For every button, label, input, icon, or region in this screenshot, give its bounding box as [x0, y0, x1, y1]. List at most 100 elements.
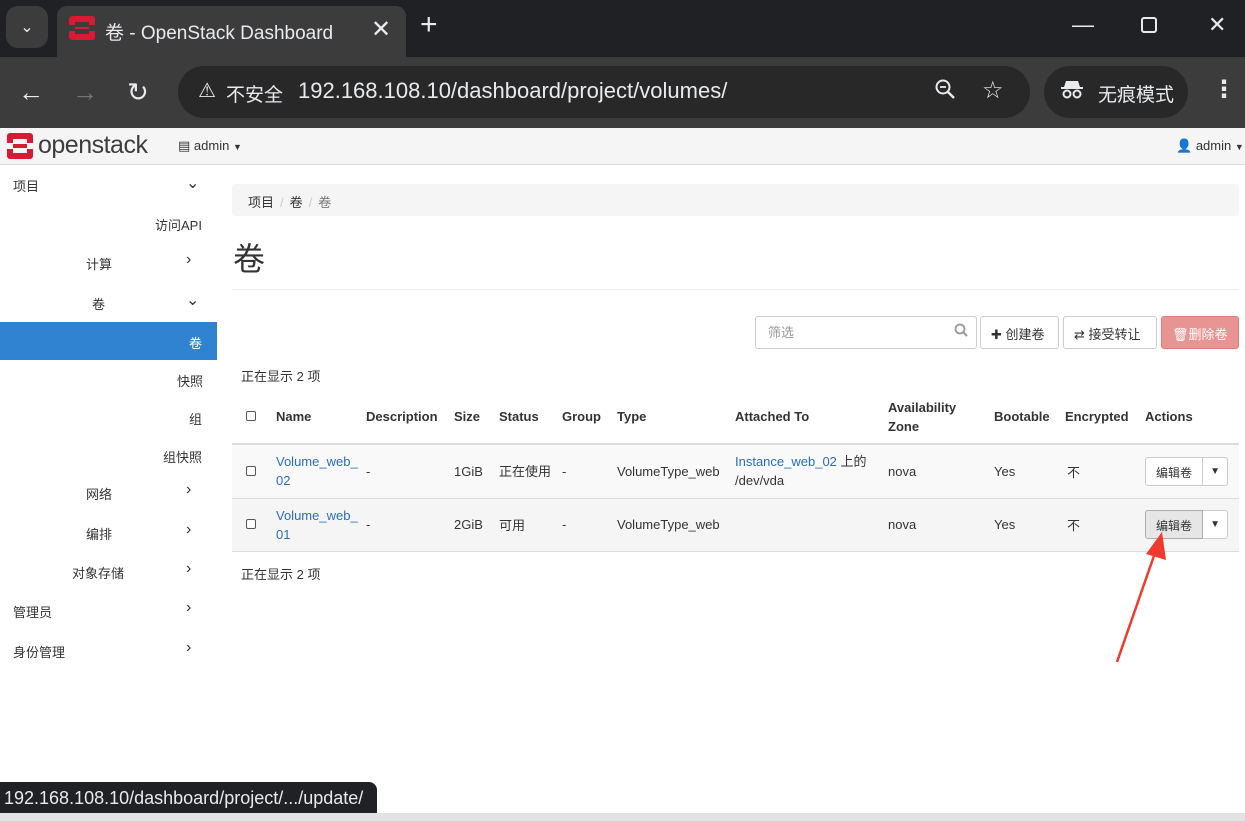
sidebar-item-label: 组 — [189, 412, 203, 427]
column-header-bootable[interactable]: Bootable — [990, 390, 1061, 445]
tab-title: 卷 - OpenStack Dashboard — [105, 23, 334, 44]
edit-volume-button[interactable]: 编辑卷 — [1145, 456, 1204, 486]
actions-dropdown-toggle[interactable]: ▼ — [1203, 510, 1229, 539]
address-bar[interactable]: ⚠ 不安全 192.168.108.10/dashboard/project/v… — [178, 66, 1030, 118]
select-all-checkbox[interactable] — [246, 411, 256, 421]
cell-bootable: Yes — [990, 444, 1061, 499]
warning-triangle-icon: ⚠ — [198, 80, 216, 102]
chevron-down-icon: ⌄ — [186, 175, 200, 192]
user-name: admin — [1195, 138, 1232, 153]
sidebar-item-label: 计算 — [86, 257, 113, 272]
sidebar-item-snapshots[interactable]: 快照 — [0, 360, 217, 398]
volume-name-link[interactable]: Volume_web_02 — [276, 454, 358, 488]
plus-icon: ✚ — [991, 327, 1002, 342]
annotation-arrow-icon — [1115, 532, 1166, 663]
column-header-type[interactable]: Type — [613, 390, 731, 445]
sidebar-item-orchestration[interactable]: 编排 › — [0, 512, 217, 550]
breadcrumb-item[interactable]: 项目 — [248, 195, 274, 210]
user-menu[interactable]: 👤 admin ▼ — [1176, 138, 1244, 154]
column-header-group[interactable]: Group — [558, 390, 613, 445]
sidebar-item-label: 身份管理 — [13, 645, 66, 660]
close-window-icon[interactable]: ✕ — [1208, 12, 1226, 38]
cell-encrypted: 不 — [1061, 444, 1141, 499]
row-actions: 编辑卷 ▼ — [1145, 456, 1229, 486]
sidebar-item-compute[interactable]: 计算 › — [0, 242, 217, 280]
column-header-name[interactable]: Name — [272, 390, 362, 445]
search-icon[interactable] — [954, 323, 968, 340]
sidebar-item-group-snapshots[interactable]: 组快照 — [0, 435, 217, 473]
bookmark-star-icon[interactable]: ☆ — [982, 76, 1004, 105]
sidebar-item-label: 卷 — [92, 297, 106, 312]
chevron-right-icon: › — [186, 599, 192, 616]
browser-tab-bar: ⌄ 卷 - OpenStack Dashboard ✕ + — ✕ — [0, 0, 1245, 57]
volume-name-link[interactable]: Volume_web_01 — [276, 508, 358, 542]
brand-wordmark[interactable]: openstack — [38, 131, 148, 160]
browser-tab-active[interactable]: 卷 - OpenStack Dashboard ✕ — [57, 6, 406, 57]
sidebar-item-label: 访问API — [155, 218, 202, 233]
chevron-right-icon: › — [186, 560, 192, 577]
column-header-size[interactable]: Size — [450, 390, 495, 445]
chevron-right-icon: › — [186, 639, 192, 656]
back-icon[interactable]: ← — [18, 77, 44, 108]
cell-type: VolumeType_web — [613, 498, 731, 552]
chevron-right-icon: › — [186, 251, 192, 268]
project-name: admin — [193, 138, 230, 153]
sidebar-item-volumes[interactable]: 卷 — [0, 322, 217, 360]
close-tab-icon[interactable]: ✕ — [371, 15, 391, 44]
cell-group: - — [558, 444, 613, 499]
accept-transfer-button[interactable]: ⇄ 接受转让 — [1063, 316, 1157, 349]
page-title: 卷 — [233, 241, 266, 277]
attached-instance-link[interactable]: Instance_web_02 — [735, 454, 837, 469]
item-count-top: 正在显示 2 项 — [241, 369, 321, 384]
maximize-icon[interactable] — [1140, 14, 1158, 40]
breadcrumb: 项目 / 卷 / 卷 — [232, 184, 1239, 216]
url-text[interactable]: 192.168.108.10/dashboard/project/volumes… — [298, 78, 727, 104]
sidebar-item-network[interactable]: 网络 › — [0, 472, 217, 510]
table-row: Volume_web_02 - 1GiB 正在使用 - VolumeType_w… — [232, 444, 1239, 499]
user-icon: 👤 — [1176, 138, 1193, 153]
sidebar-item-groups[interactable]: 组 — [0, 397, 217, 435]
delete-volumes-button[interactable]: 🗑删除卷 — [1161, 316, 1239, 349]
cell-type: VolumeType_web — [613, 444, 731, 499]
new-tab-icon[interactable]: + — [420, 8, 438, 42]
actions-dropdown-toggle[interactable]: ▼ — [1203, 456, 1229, 486]
breadcrumb-item[interactable]: 卷 — [290, 195, 303, 210]
sidebar-item-api-access[interactable]: 访问API — [0, 203, 217, 241]
column-header-availability-zone[interactable]: Availability Zone — [884, 390, 990, 445]
column-header-actions: Actions — [1141, 390, 1239, 445]
cell-status: 正在使用 — [495, 444, 558, 499]
row-checkbox[interactable] — [246, 519, 256, 529]
item-count-bottom: 正在显示 2 项 — [241, 567, 321, 582]
table-row: Volume_web_01 - 2GiB 可用 - VolumeType_web… — [232, 498, 1239, 552]
reload-icon[interactable]: ↻ — [127, 77, 149, 108]
column-header-status[interactable]: Status — [495, 390, 558, 445]
breadcrumb-current: 卷 — [318, 195, 332, 210]
column-header-attached-to[interactable]: Attached To — [731, 390, 884, 445]
incognito-chip[interactable]: 无痕模式 — [1044, 66, 1188, 118]
tab-search-button[interactable]: ⌄ — [6, 6, 48, 48]
sidebar-item-identity[interactable]: 身份管理 › — [0, 630, 217, 668]
project-selector[interactable]: ▤ admin ▼ — [178, 138, 242, 154]
sidebar-item-admin[interactable]: 管理员 › — [0, 590, 217, 628]
sidebar-item-object-store[interactable]: 对象存储 › — [0, 551, 217, 589]
forward-icon[interactable]: → — [72, 77, 98, 108]
cell-bootable: Yes — [990, 498, 1061, 552]
link-status-bubble: 192.168.108.10/dashboard/project/.../upd… — [0, 782, 378, 816]
column-header-encrypted[interactable]: Encrypted — [1061, 390, 1141, 445]
select-all-cell — [232, 390, 272, 445]
column-header-description[interactable]: Description — [362, 390, 450, 445]
sidebar-item-volumes-group[interactable]: 卷 ⌄ — [0, 282, 217, 320]
incognito-label: 无痕模式 — [1098, 85, 1175, 106]
incognito-icon — [1060, 78, 1084, 106]
minimize-icon[interactable]: — — [1072, 12, 1094, 38]
zoom-icon[interactable] — [934, 78, 956, 106]
cell-zone: nova — [884, 498, 990, 552]
row-checkbox[interactable] — [246, 465, 256, 476]
caret-down-icon: ▼ — [232, 142, 242, 152]
cell-description: - — [362, 498, 450, 552]
filter-input[interactable] — [756, 317, 946, 348]
create-volume-button[interactable]: ✚ 创建卷 — [980, 316, 1059, 349]
browser-menu-icon[interactable]: ⋮ — [1212, 75, 1236, 104]
chevron-right-icon: › — [186, 521, 192, 538]
sidebar-item-project[interactable]: 项目 ⌄ — [0, 165, 217, 203]
